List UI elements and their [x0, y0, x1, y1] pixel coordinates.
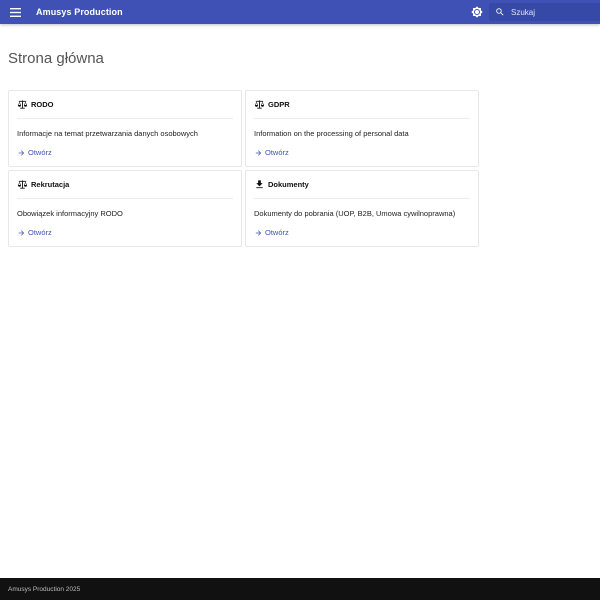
top-app-bar: Amusys Production [0, 0, 600, 24]
card-title: GDPR [268, 100, 290, 109]
card-header: Dokumenty [254, 171, 470, 199]
card-description: Informacje na temat przetwarzania danych… [17, 129, 198, 138]
scale-icon [254, 99, 265, 110]
download-icon [254, 179, 265, 190]
menu-button[interactable] [8, 5, 22, 19]
open-link-label: Otwórz [265, 148, 289, 157]
open-link-dokumenty[interactable]: Otwórz [254, 228, 470, 237]
search-box[interactable] [489, 3, 600, 21]
footer: Amusys Production 2025 [0, 578, 600, 600]
footer-copyright: Amusys Production 2025 [8, 585, 81, 593]
card-dokumenty: Dokumenty Dokumenty do pobrania (UOP, B2… [245, 170, 479, 247]
menu-icon [9, 7, 21, 17]
search-icon [495, 7, 505, 17]
page-title: Strona główna [8, 50, 104, 67]
arrow-right-icon [254, 229, 263, 237]
card-header: GDPR [254, 91, 470, 119]
open-link-rekrutacja[interactable]: Otwórz [17, 228, 233, 237]
search-input[interactable] [511, 5, 591, 19]
card-title: RODO [31, 100, 54, 109]
card-description: Obowiązek informacyjny RODO [17, 209, 123, 218]
open-link-label: Otwórz [28, 228, 52, 237]
scale-icon [17, 99, 28, 110]
card-description: Information on the processing of persona… [254, 129, 409, 138]
open-link-rodo[interactable]: Otwórz [17, 148, 233, 157]
theme-toggle-button[interactable] [471, 6, 483, 18]
card-title: Rekrutacja [31, 180, 70, 189]
card-header: Rekrutacja [17, 171, 233, 199]
card-header: RODO [17, 91, 233, 119]
card-title: Dokumenty [268, 180, 309, 189]
open-link-label: Otwórz [28, 148, 52, 157]
card-gdpr: GDPR Information on the processing of pe… [245, 90, 479, 167]
scale-icon [17, 179, 28, 190]
brightness-icon [471, 6, 483, 18]
arrow-right-icon [17, 149, 26, 157]
card-rekrutacja: Rekrutacja Obowiązek informacyjny RODO O… [8, 170, 242, 247]
arrow-right-icon [254, 149, 263, 157]
card-grid: RODO Informacje na temat przetwarzania d… [8, 90, 479, 247]
card-description: Dokumenty do pobrania (UOP, B2B, Umowa c… [254, 209, 456, 218]
arrow-right-icon [17, 229, 26, 237]
app-title[interactable]: Amusys Production [36, 7, 123, 17]
open-link-gdpr[interactable]: Otwórz [254, 148, 470, 157]
card-rodo: RODO Informacje na temat przetwarzania d… [8, 90, 242, 167]
open-link-label: Otwórz [265, 228, 289, 237]
